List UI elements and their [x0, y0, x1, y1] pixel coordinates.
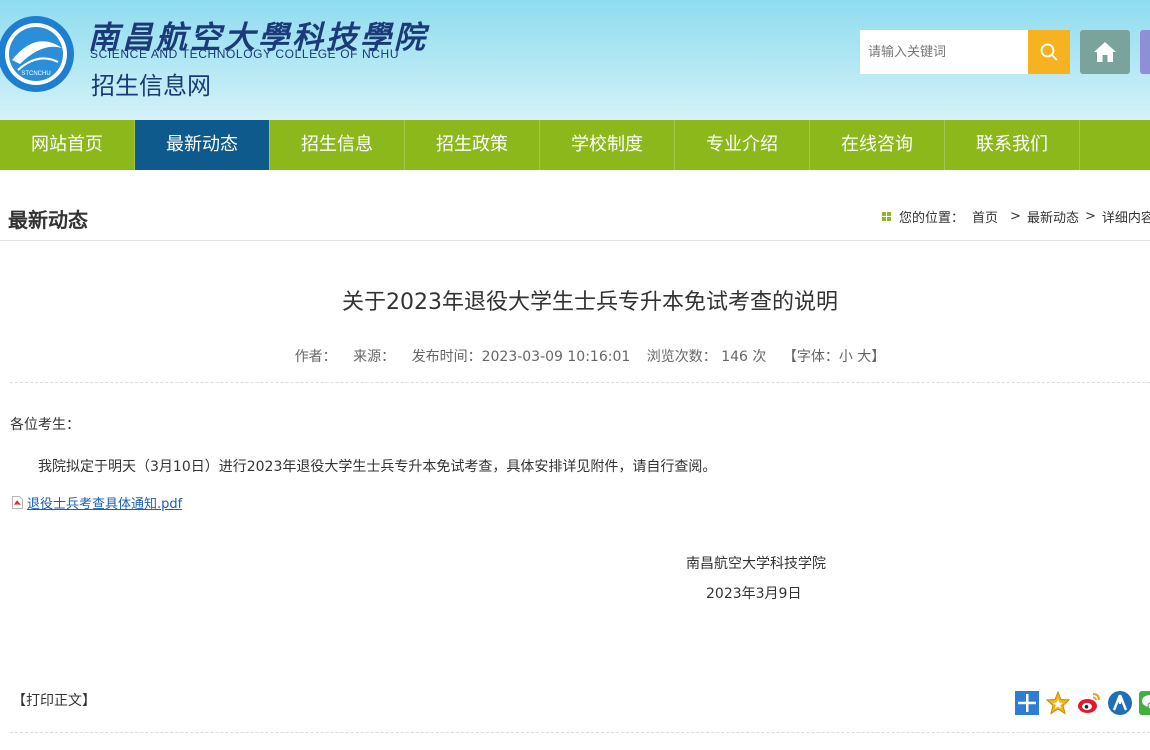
article-signature: 南昌航空大学科技学院	[686, 556, 826, 572]
weibo-icon[interactable]	[1077, 690, 1101, 716]
font-small-link[interactable]: 小	[839, 349, 853, 365]
section-header: 最新动态 您的位置： 首页 > 最新动态 > 详细内容	[0, 170, 1150, 241]
school-emblem-icon[interactable]: STCNCHU	[0, 12, 76, 96]
breadcrumb-separator: >	[1010, 209, 1021, 224]
article-meta: 作者： 来源： 发布时间：2023-03-09 10:16:01 浏览次数： 1…	[0, 346, 1150, 366]
section-title: 最新动态	[8, 208, 88, 232]
divider	[10, 382, 1150, 383]
attachment-link[interactable]: 退役士兵考查具体通知.pdf	[27, 493, 182, 512]
breadcrumb-separator: >	[1084, 209, 1096, 224]
divider	[10, 732, 1150, 733]
meta-views: 浏览次数： 146 次	[647, 349, 767, 365]
favorite-star-icon[interactable]	[1046, 690, 1070, 716]
header-extra-button[interactable]	[1140, 30, 1150, 74]
main-nav: 网站首页 最新动态 招生信息 招生政策 学校制度 专业介绍 在线咨询 联系我们	[0, 120, 1150, 170]
home-button[interactable]	[1080, 30, 1130, 74]
school-name-en: SCIENCE AND TECHNOLOGY COLLEGE OF NCHU	[90, 47, 400, 61]
print-button[interactable]: 【打印正文】	[12, 690, 96, 710]
nav-item-majors[interactable]: 专业介绍	[675, 120, 810, 170]
breadcrumb-home-link[interactable]: 首页	[972, 207, 998, 226]
wechat-icon[interactable]	[1139, 690, 1150, 716]
breadcrumb: 您的位置： 首页 > 最新动态 > 详细内容	[882, 207, 1150, 226]
breadcrumb-category-link[interactable]: 最新动态	[1027, 207, 1079, 226]
font-large-link[interactable]: 大	[857, 349, 871, 365]
breadcrumb-prefix: 您的位置：	[899, 211, 965, 226]
breadcrumb-current: 详细内容	[1101, 211, 1150, 226]
meta-author: 作者：	[294, 349, 337, 365]
font-size-prefix: 【字体：	[782, 349, 839, 365]
meta-views-count: 146	[721, 349, 748, 365]
search-button[interactable]	[1028, 30, 1070, 74]
nav-item-news[interactable]: 最新动态	[135, 120, 270, 170]
meta-source: 来源：	[353, 349, 396, 365]
site-header: STCNCHU 南昌航空大學科技學院 SCIENCE AND TECHNOLOG…	[0, 0, 1150, 120]
search-icon	[1040, 43, 1058, 61]
share-bar	[1015, 690, 1150, 716]
article-greeting: 各位考生：	[10, 417, 80, 433]
grid-icon	[882, 212, 891, 221]
font-size-control: 【字体：小 大】	[783, 349, 885, 365]
emblem-text: STCNCHU	[21, 71, 50, 77]
nav-item-admission-policy[interactable]: 招生政策	[405, 120, 540, 170]
article-title: 关于2023年退役大学生士兵专升本免试考查的说明	[342, 290, 838, 315]
meta-published: 发布时间：2023-03-09 10:16:01	[411, 349, 631, 365]
attachment: 退役士兵考查具体通知.pdf	[12, 493, 182, 512]
font-size-suffix: 】	[871, 349, 886, 365]
nav-item-admission-info[interactable]: 招生信息	[270, 120, 405, 170]
renren-icon[interactable]	[1108, 690, 1132, 716]
share-plus-icon[interactable]	[1015, 690, 1039, 716]
search-input[interactable]	[860, 30, 1028, 74]
nav-item-contact[interactable]: 联系我们	[945, 120, 1080, 170]
pdf-icon	[12, 496, 23, 509]
meta-views-unit: 次	[752, 349, 767, 365]
site-name: 招生信息网	[91, 72, 211, 100]
nav-item-home[interactable]: 网站首页	[0, 120, 135, 170]
meta-views-label: 浏览次数：	[646, 349, 717, 365]
article-date: 2023年3月9日	[706, 586, 802, 602]
home-icon	[1094, 42, 1116, 62]
nav-item-consult[interactable]: 在线咨询	[810, 120, 945, 170]
nav-item-school-rules[interactable]: 学校制度	[540, 120, 675, 170]
article-paragraph: 我院拟定于明天（3月10日）进行2023年退役大学生士兵专升本免试考查，具体安排…	[38, 459, 717, 475]
